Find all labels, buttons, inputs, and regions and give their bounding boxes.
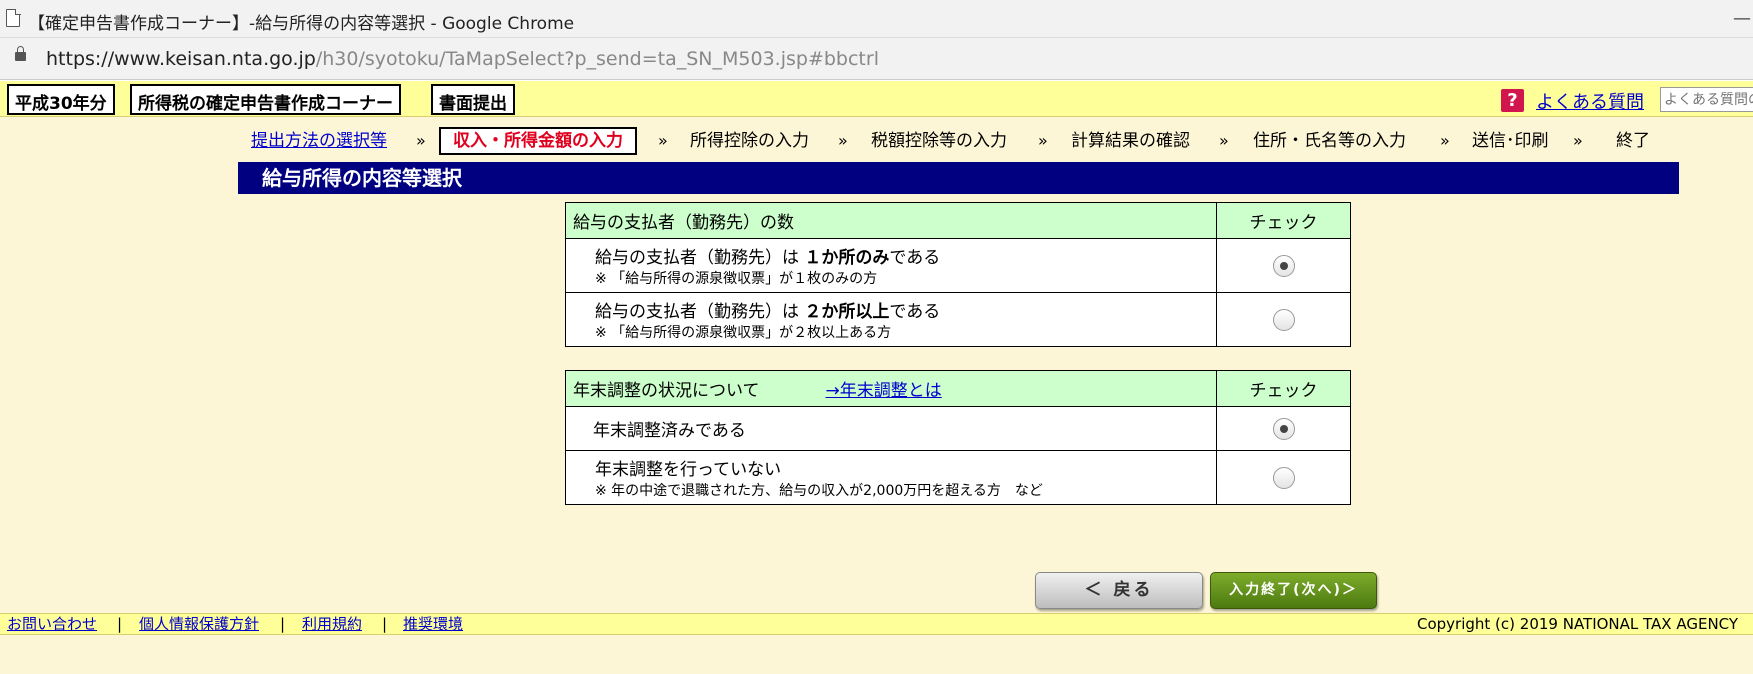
payer-single-label: 給与の支払者（勤務先）は １か所のみである ※ 「給与所得の源泉徴収票」が１枚の… [565, 238, 1217, 293]
corner-label: 所得税の確定申告書作成コーナー [130, 84, 401, 115]
yearend-adjustment-table: 年末調整の状況について →年末調整とは チェック 年末調整済みである 年末調整を行… [565, 370, 1351, 505]
step-finish: 終了 [1616, 131, 1650, 151]
step-result-check: 計算結果の確認 [1071, 131, 1190, 151]
step-separator: » [1219, 131, 1229, 150]
help-icon[interactable]: ? [1501, 89, 1524, 112]
lock-icon [15, 46, 26, 61]
footer-separator: | [280, 615, 286, 633]
step-submission-method[interactable]: 提出方法の選択等 [251, 127, 387, 155]
url-path: /h30/syotoku/TaMapSelect?p_send=ta_SN_M5… [315, 48, 879, 70]
submission-method-label: 書面提出 [431, 84, 515, 115]
yearend-help-link[interactable]: →年末調整とは [826, 381, 942, 401]
progress-steps: 提出方法の選択等 » 収入・所得金額の入力 » 所得控除の入力 » 税額控除等の… [0, 127, 1753, 157]
top-bar: 平成30年分 所得税の確定申告書作成コーナー 書面提出 ? よくある質問 [0, 81, 1753, 117]
footer-separator: | [382, 615, 388, 633]
step-separator: » [1038, 131, 1048, 150]
faq-search-input[interactable] [1660, 87, 1753, 112]
step-deduction-input: 所得控除の入力 [690, 131, 809, 151]
check-column-header: チェック [1216, 202, 1351, 239]
step-address-name-input: 住所・氏名等の入力 [1253, 131, 1406, 151]
back-button[interactable]: ＜ 戻る [1035, 572, 1203, 609]
step-send-print: 送信･印刷 [1472, 131, 1549, 151]
step-tax-credit-input: 税額控除等の入力 [871, 131, 1007, 151]
step-income-input: 収入・所得金額の入力 [439, 127, 637, 155]
footer-link-terms[interactable]: 利用規約 [302, 614, 362, 635]
payer-single-radio[interactable] [1272, 254, 1295, 277]
address-bar[interactable]: https://www.keisan.nta.go.jp/h30/syotoku… [0, 38, 1753, 80]
footer-separator: | [117, 615, 123, 633]
window-title-bar: 【確定申告書作成コーナー】-給与所得の内容等選択 - Google Chrome… [0, 0, 1753, 38]
minimize-button[interactable]: — [1733, 8, 1753, 29]
step-separator: » [838, 131, 848, 150]
document-icon [6, 8, 21, 27]
yearend-header: 年末調整の状況について →年末調整とは [565, 370, 1217, 407]
payer-multiple-note: ※ 「給与所得の源泉徴収票」が２枚以上ある方 [595, 325, 892, 341]
payer-multiple-label: 給与の支払者（勤務先）は ２か所以上である ※ 「給与所得の源泉徴収票」が２枚以… [565, 292, 1217, 347]
year-label: 平成30年分 [7, 84, 115, 115]
payer-count-header: 給与の支払者（勤務先）の数 [565, 202, 1217, 239]
payer-count-table: 給与の支払者（勤務先）の数 チェック 給与の支払者（勤務先）は １か所のみである… [565, 202, 1351, 347]
step-separator: » [1440, 131, 1450, 150]
url-host: https://www.keisan.nta.go.jp [46, 48, 316, 70]
step-separator: » [1573, 131, 1583, 150]
yearend-not-done-label: 年末調整を行っていない ※ 年の中途で退職された方、給与の収入が2,000万円を… [565, 450, 1217, 505]
page-content: 平成30年分 所得税の確定申告書作成コーナー 書面提出 ? よくある質問 提出方… [0, 81, 1753, 674]
step-separator: » [416, 131, 426, 150]
page-title: 給与所得の内容等選択 [238, 162, 1679, 194]
payer-single-note: ※ 「給与所得の源泉徴収票」が１枚のみの方 [595, 271, 878, 287]
faq-link[interactable]: よくある質問 [1536, 88, 1644, 114]
copyright-text: Copyright (c) 2019 NATIONAL TAX AGENCY [1417, 615, 1739, 633]
check-column-header: チェック [1216, 370, 1351, 407]
yearend-done-label: 年末調整済みである [565, 406, 1217, 451]
footer: お問い合わせ | 個人情報保護方針 | 利用規約 | 推奨環境 Copyrigh… [0, 613, 1753, 635]
yearend-not-done-note: ※ 年の中途で退職された方、給与の収入が2,000万円を超える方 など [595, 483, 1043, 499]
next-button[interactable]: 入力終了(次へ)＞ [1210, 572, 1377, 609]
footer-link-environment[interactable]: 推奨環境 [403, 614, 463, 635]
payer-multiple-radio[interactable] [1272, 308, 1295, 331]
step-separator: » [658, 131, 668, 150]
url-field[interactable]: https://www.keisan.nta.go.jp/h30/syotoku… [46, 48, 879, 70]
footer-link-contact[interactable]: お問い合わせ [7, 614, 97, 635]
yearend-not-done-radio[interactable] [1272, 466, 1295, 489]
footer-link-privacy[interactable]: 個人情報保護方針 [139, 614, 259, 635]
window-title: 【確定申告書作成コーナー】-給与所得の内容等選択 - Google Chrome [28, 14, 575, 34]
yearend-done-radio[interactable] [1272, 417, 1295, 440]
